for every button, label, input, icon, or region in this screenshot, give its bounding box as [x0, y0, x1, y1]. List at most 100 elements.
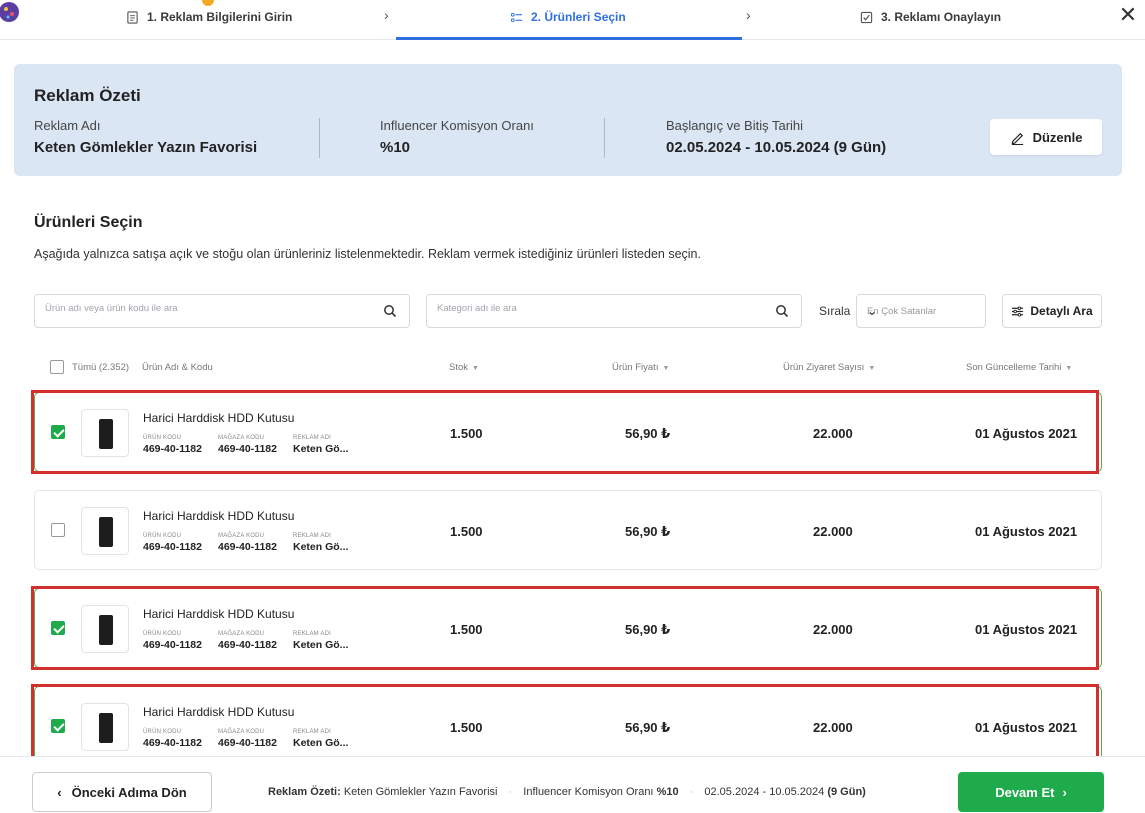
store-code: MAĞAZA KODU 469-40-1182 — [218, 533, 277, 553]
previous-step-label: Önceki Adıma Dön — [71, 784, 187, 800]
chevron-down-icon: ⌄ — [867, 304, 878, 318]
sort-label: Sırala — [819, 304, 851, 318]
product-search-box — [34, 294, 410, 328]
product-selection-panel: Ürünleri Seçin Aşağıda yalnızca satışa a… — [14, 186, 1122, 768]
ad-name-value: Keten Gömlekler Yazın Favorisi — [34, 139, 258, 156]
column-visits[interactable]: Ürün Ziyaret Sayısı ▼ — [783, 362, 875, 373]
row-checkbox[interactable] — [51, 621, 65, 635]
step-separator: › — [384, 7, 389, 23]
notification-dot — [202, 0, 214, 6]
row-ad-name: REKLAM ADI Keten Gö... — [293, 631, 349, 651]
footer-date-range: 02.05.2024 - 10.05.2024 — [704, 786, 825, 798]
column-price[interactable]: Ürün Fiyatı ▼ — [612, 362, 669, 373]
row-highlight — [31, 390, 1099, 474]
check-square-icon — [860, 11, 873, 23]
product-thumbnail — [81, 409, 129, 457]
search-icon[interactable] — [775, 304, 789, 318]
row-checkbox[interactable] — [51, 719, 65, 733]
step-2[interactable]: 2. Ürünleri Seçin — [510, 8, 626, 26]
footer-bar: ‹ Önceki Adıma Dön Reklam Özeti: Keten G… — [0, 756, 1145, 813]
detailed-search-label: Detaylı Ara — [1030, 304, 1093, 318]
footer-commission-label: Influencer Komisyon Oranı — [523, 786, 654, 798]
table-row[interactable]: Harici Harddisk HDD Kutusu ÜRÜN KODU 469-4… — [34, 490, 1102, 570]
column-updated[interactable]: Son Güncelleme Tarihi ▼ — [966, 362, 1072, 373]
step-3-label: 3. Reklamı Onaylayın — [881, 10, 1002, 24]
stock-value: 1.500 — [450, 524, 483, 539]
commission-field: Influencer Komisyon Oranı %10 — [380, 118, 534, 156]
close-icon[interactable]: ✕ — [1116, 2, 1140, 28]
step-1-label: 1. Reklam Bilgilerini Girin — [147, 10, 293, 24]
summary-title: Reklam Özeti — [34, 86, 141, 105]
select-all-label: Tümü (2.352) — [72, 362, 130, 373]
footer-summary: Reklam Özeti: Keten Gömlekler Yazın Favo… — [268, 786, 866, 798]
sort-select[interactable]: En Çok Satanlar ⌄ — [856, 294, 986, 328]
step-separator: › — [746, 7, 751, 23]
row-checkbox[interactable] — [51, 523, 65, 537]
category-search-box — [426, 294, 802, 328]
ad-summary-card: Reklam Özeti Reklam Adı Keten Gömlekler … — [14, 64, 1122, 176]
sort-arrow-icon: ▼ — [472, 365, 479, 372]
row-ad-name: REKLAM ADI Keten Gö... — [293, 729, 349, 749]
row-ad-name: REKLAM ADI Keten Gö... — [293, 533, 349, 553]
price-value: 56,90 ₺ — [625, 720, 671, 735]
chevron-left-icon: ‹ — [57, 784, 62, 800]
stepper-bar: 1. Reklam Bilgilerini Girin › 2. Ürünler… — [0, 0, 1145, 40]
footer-separator: · — [508, 786, 513, 798]
table-header: Tümü (2.352) Ürün Adı & Kodu Stok ▼ Ürün … — [34, 360, 1102, 376]
category-search-input[interactable] — [437, 303, 757, 314]
select-all-checkbox[interactable] — [50, 360, 64, 374]
visits-value: 22.000 — [813, 426, 853, 441]
footer-ad-name: Keten Gömlekler Yazın Favorisi — [343, 786, 498, 798]
products-title: Ürünleri Seçin — [34, 214, 143, 231]
footer-commission-value: %10 — [656, 786, 679, 798]
stock-value: 1.500 — [450, 426, 483, 441]
date-value: 02.05.2024 - 10.05.2024 (9 Gün) — [666, 139, 887, 156]
detailed-search-button[interactable]: Detaylı Ara — [1002, 294, 1102, 328]
ad-name-field: Reklam Adı Keten Gömlekler Yazın Favoris… — [34, 118, 257, 156]
summary-divider — [319, 118, 320, 158]
list-icon — [510, 12, 523, 22]
updated-value: 01 Ağustos 2021 — [975, 720, 1078, 735]
chevron-right-icon: › — [1062, 784, 1067, 800]
footer-separator: · — [689, 786, 694, 798]
product-name: Harici Harddisk HDD Kutusu — [143, 509, 295, 523]
ad-name-label: Reklam Adı — [34, 118, 101, 133]
column-name: Ürün Adı & Kodu — [142, 362, 213, 373]
product-code: ÜRÜN KODU 469-40-1182 — [143, 729, 202, 749]
table-row[interactable]: Harici Harddisk HDD Kutusu ÜRÜN KODU 469-4… — [31, 684, 1102, 768]
store-code: MAĞAZA KODU 469-40-1182 — [218, 729, 277, 749]
search-icon[interactable] — [383, 304, 397, 318]
updated-value: 01 Ağustos 2021 — [975, 426, 1078, 441]
row-checkbox[interactable] — [51, 425, 65, 439]
updated-value: 01 Ağustos 2021 — [975, 622, 1078, 637]
product-code: ÜRÜN KODU 469-40-1182 — [143, 631, 202, 651]
step-3[interactable]: 3. Reklamı Onaylayın — [860, 8, 1001, 26]
step-2-label: 2. Ürünleri Seçin — [531, 10, 626, 24]
sort-arrow-icon: ▼ — [868, 365, 876, 372]
price-value: 56,90 ₺ — [625, 426, 671, 441]
pencil-icon — [1011, 132, 1023, 145]
active-step-indicator — [396, 37, 742, 40]
product-name: Harici Harddisk HDD Kutusu — [143, 607, 295, 621]
visits-value: 22.000 — [813, 720, 853, 735]
step-1[interactable]: 1. Reklam Bilgilerini Girin — [126, 8, 292, 26]
sliders-icon — [1012, 305, 1024, 317]
previous-step-button[interactable]: ‹ Önceki Adıma Dön — [32, 772, 212, 812]
continue-button[interactable]: Devam Et › — [958, 772, 1104, 812]
price-value: 56,90 ₺ — [625, 524, 671, 539]
store-code: MAĞAZA KODU 469-40-1182 — [218, 435, 277, 455]
edit-button[interactable]: Düzenle — [990, 119, 1102, 155]
visits-value: 22.000 — [813, 622, 853, 637]
product-code: ÜRÜN KODU 469-40-1182 — [143, 533, 202, 553]
table-row[interactable]: Harici Harddisk HDD Kutusu ÜRÜN KODU 469-4… — [31, 390, 1102, 474]
row-ad-name: REKLAM ADI Keten Gö... — [293, 435, 349, 455]
column-stock[interactable]: Stok ▼ — [449, 362, 479, 373]
store-code: MAĞAZA KODU 469-40-1182 — [218, 631, 277, 651]
table-row[interactable]: Harici Harddisk HDD Kutusu ÜRÜN KODU 469-4… — [31, 586, 1102, 670]
date-label: Başlangıç ve Bitiş Tarihi — [666, 118, 804, 133]
products-description: Aşağıda yalnızca satışa açık ve stoğu ol… — [34, 247, 701, 261]
continue-label: Devam Et — [995, 784, 1055, 800]
updated-value: 01 Ağustos 2021 — [975, 524, 1078, 539]
product-search-input[interactable] — [45, 303, 365, 314]
product-thumbnail — [81, 507, 129, 555]
